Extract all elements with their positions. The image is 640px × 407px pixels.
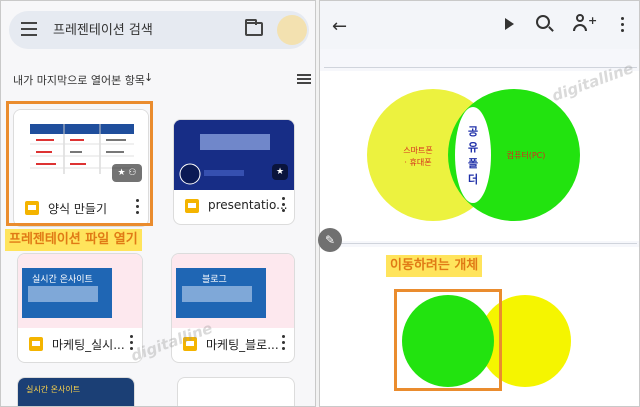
file-card[interactable]: ★ presentatio... [173,119,295,225]
file-card[interactable]: 블로그 마케팅_블로... [171,253,295,363]
file-card-footer: 마케팅_실시... [18,326,142,362]
sort-label[interactable]: 내가 마지막으로 열어본 항목 [13,72,145,88]
more-vert-icon[interactable] [282,335,286,351]
venn-center-char: 공 [468,125,478,138]
slides-file-icon [185,199,199,213]
venn-center-char: 더 [468,172,478,186]
file-thumbnail: 실시간 온사이트 [18,254,142,328]
thumbnail-blur [182,286,252,302]
file-card[interactable]: 실시간 온사이트 [17,377,135,406]
file-card-footer: presentatio... [174,188,294,224]
editor-toolbar: ← + [320,1,639,49]
more-vert-icon[interactable] [282,197,286,213]
thumbnail-title: 실시간 온사이트 [32,275,93,285]
more-vert-icon[interactable] [621,17,624,35]
menu-icon[interactable] [21,22,37,36]
venn-left-label-line1: 스마트폰 [403,146,432,155]
caption-target-object: 이동하려는 개체 [386,255,483,277]
slide-divider [324,67,637,68]
file-thumbnail: 블로그 [172,254,294,328]
add-person-icon[interactable]: + [573,14,597,34]
screenshot-frame: 프레젠테이션 검색 내가 마지막으로 열어본 항목 ↓ ★ ⚇ 양식 만들기 ★… [0,0,640,407]
thumbnail-title: 블로그 [202,275,227,285]
list-view-icon[interactable] [297,74,311,85]
venn-diagram: 스마트폰 · 휴대폰 공 유 폴 더 컴퓨터(PC) [367,89,580,221]
venn-overlap [455,107,491,203]
file-name: presentatio... [208,198,288,212]
back-arrow-icon[interactable]: ← [332,16,347,37]
file-name: 마케팅_블로... [206,338,279,352]
venn-left-label-line2: · 휴대폰 [404,158,431,167]
thumbnail-title: 실시간 온사이트 [26,385,81,394]
pen-icon[interactable]: ✎ [318,228,342,252]
avatar[interactable] [277,15,307,45]
highlight-box [394,289,502,391]
caption-open-file: 프레젠테이션 파일 열기 [5,229,142,251]
file-card[interactable] [177,377,295,406]
file-card[interactable]: 실시간 온사이트 마케팅_실시... [17,253,143,363]
slide-divider [324,243,637,244]
thumbnail-blur [28,286,98,302]
search-input[interactable]: 프레젠테이션 검색 [53,19,153,38]
sort-arrow-icon[interactable]: ↓ [144,71,153,84]
highlight-box [6,101,153,226]
star-icon: ★ [272,164,288,180]
file-name: 마케팅_실시... [52,338,125,352]
venn-center-char: 폴 [468,157,478,170]
slide-venn[interactable]: 스마트폰 · 휴대폰 공 유 폴 더 컴퓨터(PC) [320,71,639,241]
venn-center-char: 유 [468,141,478,154]
play-icon[interactable] [505,18,514,30]
venn-right-label: 컴퓨터(PC) [507,151,546,160]
search-icon[interactable] [536,15,550,29]
folder-icon[interactable] [245,19,263,36]
slides-file-icon [29,337,43,351]
